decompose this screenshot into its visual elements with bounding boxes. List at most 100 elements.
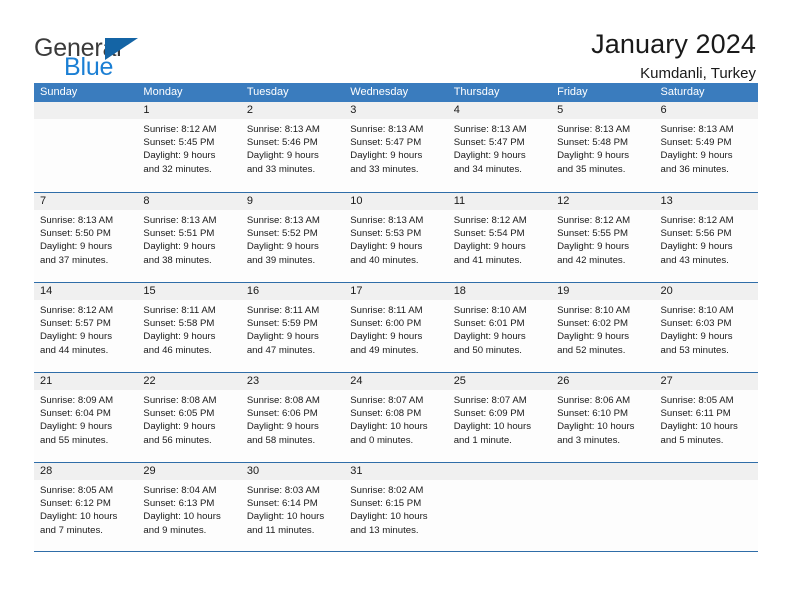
daylight-text-line1: Daylight: 9 hours (40, 241, 112, 253)
daylight-text-line2: and 7 minutes. (40, 524, 103, 536)
sunrise-text: Sunrise: 8:05 AM (660, 395, 734, 406)
calendar-day-cell[interactable]: 28 Sunrise: 8:05 AM Sunset: 6:12 PM Dayligh… (34, 463, 138, 551)
daylight-text-line2: and 42 minutes. (557, 254, 626, 266)
day-details: Sunrise: 8:11 AM Sunset: 6:00 PM Daylight:… (344, 300, 447, 357)
daylight-text-line2: and 32 minutes. (143, 163, 212, 175)
day-number: 12 (551, 193, 655, 210)
sunrise-text: Sunrise: 8:13 AM (660, 124, 734, 135)
daylight-text-line2: and 11 minutes. (246, 524, 315, 536)
weekday-header-tuesday: Tuesday (246, 86, 289, 98)
sunset-text: Sunset: 6:00 PM (350, 318, 422, 330)
calendar-day-cell[interactable]: 17 Sunrise: 8:11 AM Sunset: 6:00 PM Dayligh… (344, 283, 448, 372)
day-number: 15 (137, 283, 241, 300)
day-details: Sunrise: 8:05 AM Sunset: 6:11 PM Daylight:… (655, 390, 758, 447)
daylight-text-line1: Daylight: 10 hours (453, 421, 532, 433)
calendar-day-cell[interactable]: 26 Sunrise: 8:06 AM Sunset: 6:10 PM Dayligh… (551, 373, 655, 462)
calendar-day-cell[interactable]: 31 Sunrise: 8:02 AM Sunset: 6:15 PM Dayligh… (344, 463, 448, 551)
day-details: Sunrise: 8:07 AM Sunset: 6:09 PM Daylight:… (448, 390, 551, 447)
daylight-text-line1: Daylight: 9 hours (350, 241, 423, 253)
day-details: Sunrise: 8:13 AM Sunset: 5:51 PM Daylight:… (137, 210, 240, 267)
calendar-day-cell[interactable]: 29 Sunrise: 8:04 AM Sunset: 6:13 PM Dayligh… (137, 463, 241, 551)
sunset-text: Sunset: 6:08 PM (350, 408, 422, 420)
calendar-day-cell[interactable]: 15 Sunrise: 8:11 AM Sunset: 5:58 PM Dayligh… (137, 283, 241, 372)
sunset-text: Sunset: 5:59 PM (246, 318, 318, 330)
brand-logo[interactable]: General Blue (34, 30, 138, 80)
day-number: 31 (344, 463, 448, 480)
day-details: Sunrise: 8:12 AM Sunset: 5:57 PM Daylight:… (34, 300, 137, 357)
calendar-day-cell[interactable]: 3 Sunrise: 8:13 AM Sunset: 5:47 PM Daylight… (344, 102, 448, 192)
calendar-week-row: 1 Sunrise: 8:12 AM Sunset: 5:45 PM Daylight… (34, 102, 758, 192)
daylight-text-line2: and 39 minutes. (246, 254, 316, 266)
calendar-day-cell[interactable]: 12 Sunrise: 8:12 AM Sunset: 5:55 PM Dayligh… (551, 193, 655, 282)
daylight-text-line2: and 0 minutes. (350, 434, 414, 446)
sunset-text: Sunset: 6:13 PM (143, 498, 215, 510)
calendar-day-cell[interactable]: 10 Sunrise: 8:13 AM Sunset: 5:53 PM Dayligh… (344, 193, 448, 282)
calendar-day-cell[interactable]: 8 Sunrise: 8:13 AM Sunset: 5:51 PM Daylight… (137, 193, 241, 282)
day-details: Sunrise: 8:08 AM Sunset: 6:06 PM Daylight:… (241, 390, 344, 447)
calendar-grid: Sunday Monday Tuesday Wednesday Thursday… (34, 83, 758, 552)
daylight-text-line2: and 58 minutes. (246, 434, 316, 446)
calendar-day-cell[interactable]: 25 Sunrise: 8:07 AM Sunset: 6:09 PM Dayligh… (447, 373, 552, 462)
calendar-day-cell[interactable]: 30 Sunrise: 8:03 AM Sunset: 6:14 PM Dayligh… (240, 463, 345, 551)
sunrise-text: Sunrise: 8:12 AM (40, 305, 114, 316)
calendar-day-cell[interactable]: 27 Sunrise: 8:05 AM Sunset: 6:11 PM Dayligh… (654, 373, 758, 462)
calendar-day-cell[interactable]: 1 Sunrise: 8:12 AM Sunset: 5:45 PM Daylight… (137, 102, 241, 192)
daylight-text-line1: Daylight: 10 hours (246, 511, 325, 523)
daylight-text-line1: Daylight: 9 hours (453, 150, 526, 162)
calendar-day-cell[interactable]: 4 Sunrise: 8:13 AM Sunset: 5:47 PM Daylight… (447, 102, 552, 192)
sunset-text: Sunset: 5:47 PM (350, 137, 422, 149)
calendar-day-cell[interactable]: 14 Sunrise: 8:12 AM Sunset: 5:57 PM Dayligh… (34, 283, 138, 372)
sunrise-text: Sunrise: 8:13 AM (246, 124, 320, 135)
weekday-header-row: Sunday Monday Tuesday Wednesday Thursday… (34, 83, 758, 102)
calendar-day-cell[interactable]: 2 Sunrise: 8:13 AM Sunset: 5:46 PM Daylight… (240, 102, 345, 192)
sunrise-text: Sunrise: 8:09 AM (40, 395, 114, 406)
day-details: Sunrise: 8:09 AM Sunset: 6:04 PM Daylight:… (34, 390, 137, 447)
sunrise-text: Sunrise: 8:13 AM (143, 215, 217, 226)
sunset-text: Sunset: 6:10 PM (557, 408, 629, 420)
daylight-text-line2: and 47 minutes. (246, 344, 316, 356)
calendar-day-cell[interactable]: 9 Sunrise: 8:13 AM Sunset: 5:52 PM Daylight… (240, 193, 345, 282)
sunrise-text: Sunrise: 8:08 AM (246, 395, 320, 406)
daylight-text-line1: Daylight: 9 hours (350, 331, 423, 343)
sunset-text: Sunset: 6:11 PM (660, 408, 731, 420)
daylight-text-line2: and 53 minutes. (660, 344, 729, 356)
daylight-text-line2: and 50 minutes. (453, 344, 522, 356)
calendar-day-cell[interactable]: 19 Sunrise: 8:10 AM Sunset: 6:02 PM Dayligh… (551, 283, 655, 372)
day-number: 19 (551, 283, 655, 300)
calendar-day-cell[interactable]: 6 Sunrise: 8:13 AM Sunset: 5:49 PM Daylight… (654, 102, 758, 192)
daylight-text-line1: Daylight: 9 hours (453, 331, 526, 343)
weekday-header-wednesday: Wednesday (350, 86, 409, 98)
sunset-text: Sunset: 5:49 PM (660, 137, 732, 149)
sunrise-text: Sunrise: 8:03 AM (246, 485, 320, 496)
day-number: 11 (447, 193, 552, 210)
daylight-text-line2: and 55 minutes. (40, 434, 109, 446)
daylight-text-line1: Daylight: 9 hours (143, 331, 216, 343)
calendar-day-cell[interactable]: 21 Sunrise: 8:09 AM Sunset: 6:04 PM Dayligh… (34, 373, 138, 462)
sunset-text: Sunset: 5:58 PM (143, 318, 215, 330)
calendar-week-row: 21 Sunrise: 8:09 AM Sunset: 6:04 PM Dayligh… (34, 372, 758, 462)
daylight-text-line1: Daylight: 9 hours (660, 150, 733, 162)
calendar-day-cell[interactable]: 22 Sunrise: 8:08 AM Sunset: 6:05 PM Dayligh… (137, 373, 241, 462)
calendar-day-cell[interactable]: 24 Sunrise: 8:07 AM Sunset: 6:08 PM Dayligh… (344, 373, 448, 462)
sunset-text: Sunset: 5:51 PM (143, 228, 215, 240)
sunrise-text: Sunrise: 8:13 AM (557, 124, 631, 135)
day-details: Sunrise: 8:02 AM Sunset: 6:15 PM Daylight:… (344, 480, 447, 537)
calendar-day-cell[interactable]: 5 Sunrise: 8:13 AM Sunset: 5:48 PM Daylight… (551, 102, 655, 192)
sunset-text: Sunset: 6:03 PM (660, 318, 732, 330)
day-number (447, 463, 552, 480)
day-number (34, 102, 138, 119)
daylight-text-line1: Daylight: 9 hours (557, 331, 630, 343)
day-number: 14 (34, 283, 138, 300)
daylight-text-line1: Daylight: 9 hours (453, 241, 526, 253)
calendar-day-cell[interactable]: 20 Sunrise: 8:10 AM Sunset: 6:03 PM Dayligh… (654, 283, 758, 372)
calendar-day-cell[interactable]: 13 Sunrise: 8:12 AM Sunset: 5:56 PM Dayligh… (654, 193, 758, 282)
sunset-text: Sunset: 6:12 PM (40, 498, 111, 510)
day-details: Sunrise: 8:11 AM Sunset: 5:59 PM Daylight:… (241, 300, 344, 357)
sunset-text: Sunset: 5:50 PM (40, 228, 111, 240)
calendar-day-cell[interactable]: 11 Sunrise: 8:12 AM Sunset: 5:54 PM Dayligh… (447, 193, 552, 282)
calendar-day-cell[interactable]: 18 Sunrise: 8:10 AM Sunset: 6:01 PM Dayligh… (447, 283, 552, 372)
calendar-day-cell[interactable]: 7 Sunrise: 8:13 AM Sunset: 5:50 PM Daylight… (34, 193, 138, 282)
calendar-day-cell[interactable]: 16 Sunrise: 8:11 AM Sunset: 5:59 PM Dayligh… (240, 283, 345, 372)
calendar-day-cell[interactable]: 23 Sunrise: 8:08 AM Sunset: 6:06 PM Dayligh… (240, 373, 345, 462)
calendar-week-row: 7 Sunrise: 8:13 AM Sunset: 5:50 PM Daylight… (34, 192, 758, 282)
